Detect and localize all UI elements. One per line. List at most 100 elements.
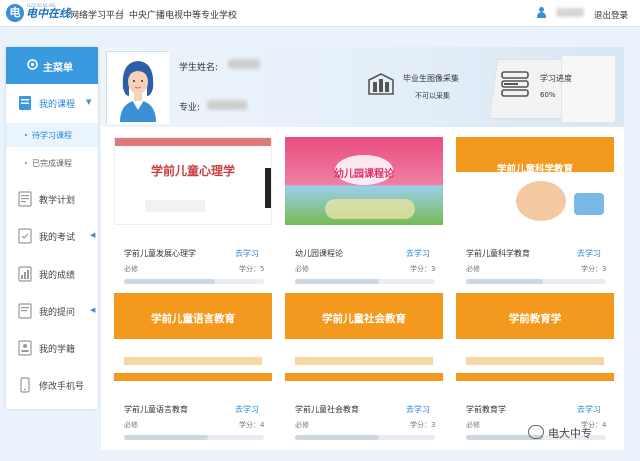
course-card[interactable]: 学前儿童语言教育 学前儿童语言教育 去学习 必修 学分：4	[114, 293, 272, 445]
divider	[122, 9, 123, 18]
student-avatar-icon	[107, 52, 169, 124]
course-progress-bar	[295, 279, 435, 284]
course-credit: 学分：5	[239, 265, 265, 273]
course-credit: 学分：3	[581, 265, 607, 273]
chevron-left-icon: ◀	[90, 231, 96, 239]
avatar	[106, 51, 169, 124]
course-progress-bar	[295, 435, 435, 440]
sidebar: 主菜单 我的课程 ▼ 待学习课程 已完成课程 教学计划 我的考试 ◀ 我的成绩 …	[6, 47, 98, 409]
cover-title: 学前儿童心理学	[150, 164, 235, 178]
grade-icon	[18, 266, 32, 282]
sidebar-item-change-phone[interactable]: 修改手机号	[6, 368, 98, 402]
course-type: 必修	[124, 421, 138, 429]
course-cover[interactable]: 学前儿童心理学	[114, 137, 272, 225]
book-icon	[19, 96, 31, 110]
sidebar-item-questions[interactable]: 我的提问 ◀	[6, 294, 98, 328]
exam-icon	[18, 228, 32, 244]
bullet-icon	[25, 162, 27, 164]
plan-icon	[18, 191, 32, 207]
bullet-icon	[25, 134, 27, 136]
sidebar-item-label: 修改手机号	[39, 382, 85, 392]
course-card[interactable]: 学前儿童心理学 学前儿童发展心理学 去学习 必修 学分：5	[114, 137, 272, 289]
go-study-link[interactable]: 去学习	[406, 404, 430, 415]
sidebar-subitem-pending[interactable]: 待学习课程	[6, 123, 98, 147]
sidebar-subitem-completed[interactable]: 已完成课程	[6, 151, 98, 175]
user-icon[interactable]	[536, 7, 547, 18]
sidebar-item-label: 我的学籍	[39, 345, 76, 355]
wechat-bubble-icon	[528, 425, 544, 439]
sidebar-item-exams[interactable]: 我的考试 ◀	[6, 219, 98, 253]
course-cover[interactable]: 学前教育学	[456, 293, 614, 381]
cover-title: 学前儿童语言教育	[151, 313, 235, 325]
watermark: 电大中专	[528, 422, 628, 444]
cover-title: 学前儿童社会教育	[322, 313, 406, 325]
sidebar-item-enrollment[interactable]: 我的学籍	[6, 331, 98, 365]
course-type: 必修	[466, 265, 480, 273]
course-credit: 学分：4	[239, 421, 265, 429]
profile-banner	[101, 47, 624, 127]
course-type: 必修	[124, 265, 138, 273]
go-study-link[interactable]: 去学习	[577, 248, 601, 259]
sidebar-item-label: 我的课程	[39, 100, 76, 110]
record-icon	[18, 340, 32, 356]
course-cover[interactable]: 学前儿童社会教育	[285, 293, 443, 381]
logo-mark-icon: 电	[6, 4, 24, 22]
decorative-book	[561, 55, 616, 123]
sidebar-item-label: 我的成绩	[39, 271, 76, 281]
sidebar-item-label: 我的提问	[39, 308, 76, 318]
major-label: 专业:	[179, 103, 201, 113]
progress-title: 学习进度	[540, 74, 572, 83]
top-bar: 电 DZZXONLINE 电中在线 网络学习平台 中央广播电视中等专业学校 退出…	[0, 0, 640, 27]
go-study-link[interactable]: 去学习	[406, 248, 430, 259]
major-blurred	[207, 100, 247, 110]
sidebar-subitem-label: 待学习课程	[32, 131, 72, 140]
platform-name: 网络学习平台	[70, 11, 125, 21]
course-progress-fill	[295, 435, 379, 440]
course-progress-bar	[124, 279, 264, 284]
logo: 电 DZZXONLINE 电中在线	[6, 3, 70, 23]
sidebar-item-grades[interactable]: 我的成绩	[6, 257, 98, 291]
course-cover[interactable]: 学前儿童科学教育	[456, 137, 614, 225]
progress-icon	[501, 71, 529, 97]
course-name: 学前儿童发展心理学	[124, 249, 196, 258]
course-progress-fill	[124, 435, 208, 440]
sidebar-item-teaching-plan[interactable]: 教学计划	[6, 182, 98, 216]
course-card[interactable]: 学前儿童社会教育 学前儿童社会教育 去学习 必修 学分：3	[285, 293, 443, 445]
course-progress-bar	[466, 279, 606, 284]
photo-capture-icon[interactable]	[367, 70, 395, 98]
go-study-link[interactable]: 去学习	[577, 404, 601, 415]
course-name: 幼儿园课程论	[295, 249, 343, 258]
photo-capture-status: 不可以采集	[415, 92, 450, 100]
course-progress-fill	[295, 279, 379, 284]
course-name: 学前儿童语言教育	[124, 405, 188, 414]
course-card[interactable]: 幼儿园课程论 幼儿园课程论 去学习 必修 学分：3	[285, 137, 443, 289]
student-name-blurred	[228, 59, 260, 69]
logout-link[interactable]: 退出登录	[594, 9, 628, 21]
school-name: 中央广播电视中等专业学校	[129, 11, 238, 21]
course-name: 学前儿童科学教育	[466, 249, 530, 258]
cover-title: 学前教育学	[508, 313, 562, 325]
course-name: 学前教育学	[466, 405, 506, 414]
course-name: 学前儿童社会教育	[295, 405, 359, 414]
phone-icon	[20, 377, 30, 393]
course-cover[interactable]: 学前儿童语言教育	[114, 293, 272, 381]
course-type: 必修	[295, 265, 309, 273]
course-progress-fill	[124, 279, 215, 284]
cover-title: 幼儿园课程论	[334, 169, 394, 180]
go-study-link[interactable]: 去学习	[235, 248, 259, 259]
course-cover[interactable]: 幼儿园课程论	[285, 137, 443, 225]
progress-value: 60%	[540, 91, 556, 99]
course-card[interactable]: 学前儿童科学教育 学前儿童科学教育 去学习 必修 学分：3	[456, 137, 614, 289]
main-menu-title: 主菜单	[43, 63, 73, 74]
logo-text: 电中在线	[26, 7, 70, 20]
go-study-link[interactable]: 去学习	[235, 404, 259, 415]
course-progress-fill	[466, 279, 543, 284]
course-list: 学前儿童心理学 学前儿童发展心理学 去学习 必修 学分：5 幼儿园课程论 幼儿园…	[101, 127, 624, 450]
course-type: 必修	[295, 421, 309, 429]
student-name-label: 学生姓名:	[179, 63, 219, 73]
watermark-text: 电大中专	[548, 427, 592, 440]
sidebar-item-my-courses[interactable]: 我的课程 ▼	[6, 86, 98, 120]
question-icon	[18, 303, 32, 319]
photo-capture-title[interactable]: 毕业生图像采集	[403, 73, 459, 84]
sidebar-item-label: 教学计划	[39, 196, 76, 206]
